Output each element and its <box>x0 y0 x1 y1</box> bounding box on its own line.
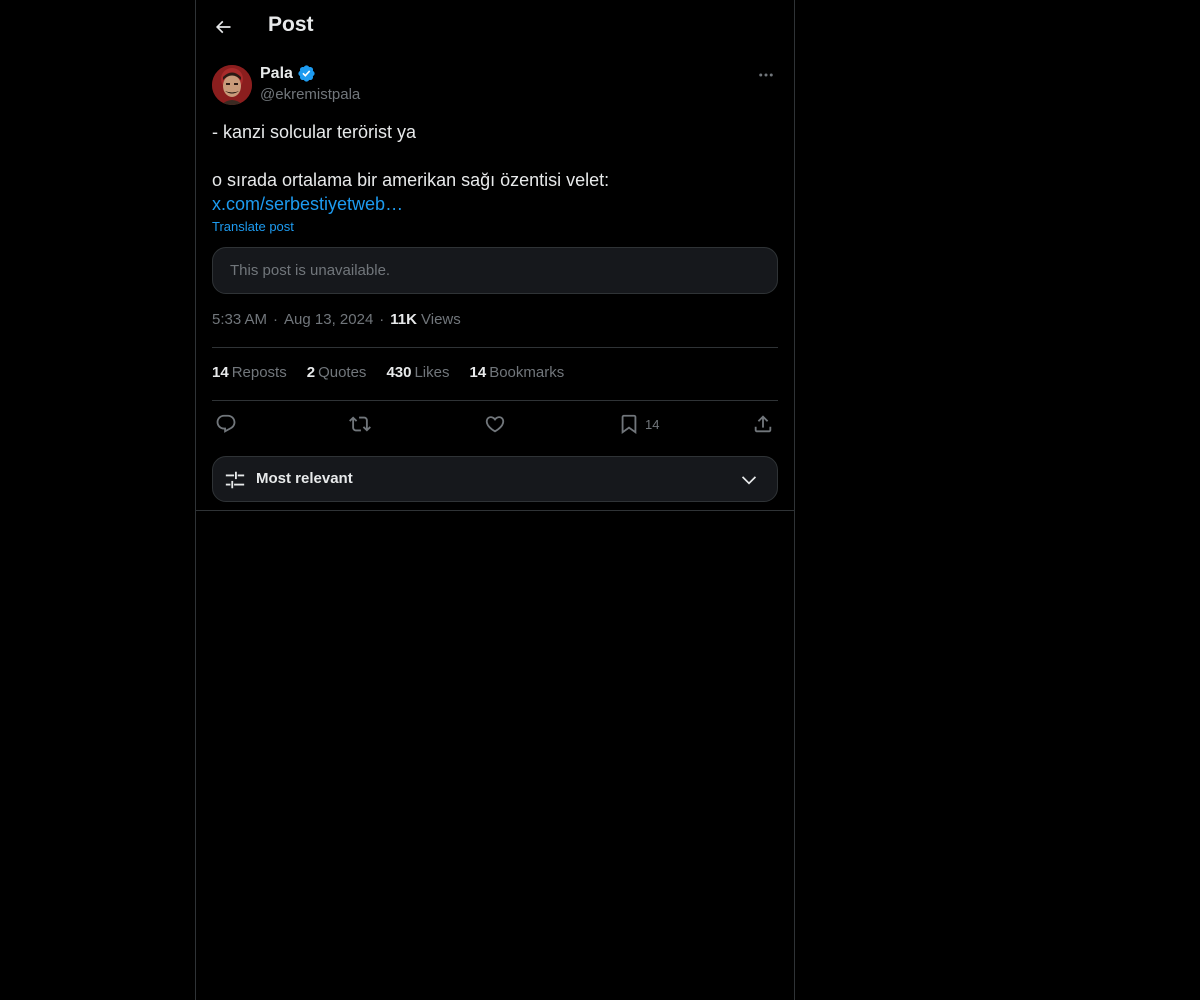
divider <box>196 510 794 511</box>
quotes-stat[interactable]: 2 Quotes <box>307 364 367 381</box>
post-time[interactable]: 5:33 AM <box>212 311 267 328</box>
quoted-post-unavailable: This post is unavailable. <box>212 247 778 294</box>
quotes-label: Quotes <box>318 364 367 381</box>
author-handle[interactable]: @ekremistpala <box>260 86 360 103</box>
avatar[interactable] <box>212 65 252 105</box>
post-text-line: o sırada ortalama bir amerikan sağı özen… <box>212 170 610 190</box>
page-header: Post <box>196 0 794 53</box>
divider <box>212 347 778 348</box>
bookmark-count: 14 <box>645 416 660 432</box>
quotes-count: 2 <box>306 364 316 381</box>
like-button[interactable] <box>484 410 506 438</box>
views-label: Views <box>421 311 461 328</box>
divider <box>212 400 778 401</box>
reposts-label: Reposts <box>231 364 287 381</box>
back-button[interactable] <box>206 10 240 44</box>
engagement-stats: 14 Reposts 2 Quotes 430 Likes 14 Bookmarks <box>212 364 564 381</box>
post-link[interactable]: x.com/serbestiyetweb… <box>212 194 403 214</box>
bookmark-button[interactable]: 14 <box>618 410 659 438</box>
translate-post-link[interactable]: Translate post <box>212 219 294 234</box>
avatar-image <box>212 65 252 105</box>
post-meta: 5:33 AM · Aug 13, 2024 · 11K Views <box>212 311 461 328</box>
author-name[interactable]: Pala <box>260 65 293 83</box>
verified-badge-icon <box>298 65 315 82</box>
views-count: 11K <box>390 311 417 328</box>
meta-separator: · <box>379 311 385 328</box>
likes-count: 430 <box>386 364 412 381</box>
sort-label: Most relevant <box>256 470 353 487</box>
reply-icon <box>216 414 236 433</box>
share-button[interactable] <box>752 410 774 438</box>
post-text-line: - kanzi solcular terörist ya <box>212 122 417 142</box>
more-horizontal-icon <box>759 73 773 77</box>
repost-button[interactable] <box>349 410 371 438</box>
likes-label: Likes <box>414 364 450 381</box>
sort-replies-dropdown[interactable]: Most relevant <box>212 456 778 502</box>
bookmark-icon <box>621 414 637 435</box>
more-options-button[interactable] <box>754 63 778 87</box>
bookmarks-stat[interactable]: 14 Bookmarks <box>470 364 565 381</box>
reply-button[interactable] <box>215 410 237 438</box>
heart-icon <box>485 416 505 433</box>
meta-separator: · <box>273 311 279 328</box>
repost-icon <box>349 416 371 432</box>
reposts-count: 14 <box>212 364 229 381</box>
post-detail-column: Post Pala @ekremistpala - kanzi solcular… <box>195 0 795 1000</box>
post-text-line <box>212 144 778 168</box>
share-icon <box>754 415 772 433</box>
action-bar: 14 <box>212 410 778 438</box>
likes-stat[interactable]: 430 Likes <box>386 364 449 381</box>
page-title: Post <box>268 13 314 36</box>
chevron-down-icon <box>741 476 757 485</box>
bookmarks-count: 14 <box>469 364 487 381</box>
reposts-stat[interactable]: 14 Reposts <box>212 364 287 381</box>
post-date[interactable]: Aug 13, 2024 <box>284 311 373 328</box>
bookmarks-label: Bookmarks <box>489 364 565 381</box>
post-text: - kanzi solcular terörist ya o sırada or… <box>212 120 778 216</box>
sliders-icon <box>225 471 245 489</box>
author-name-row[interactable]: Pala <box>260 64 316 83</box>
arrow-left-icon <box>215 20 231 34</box>
